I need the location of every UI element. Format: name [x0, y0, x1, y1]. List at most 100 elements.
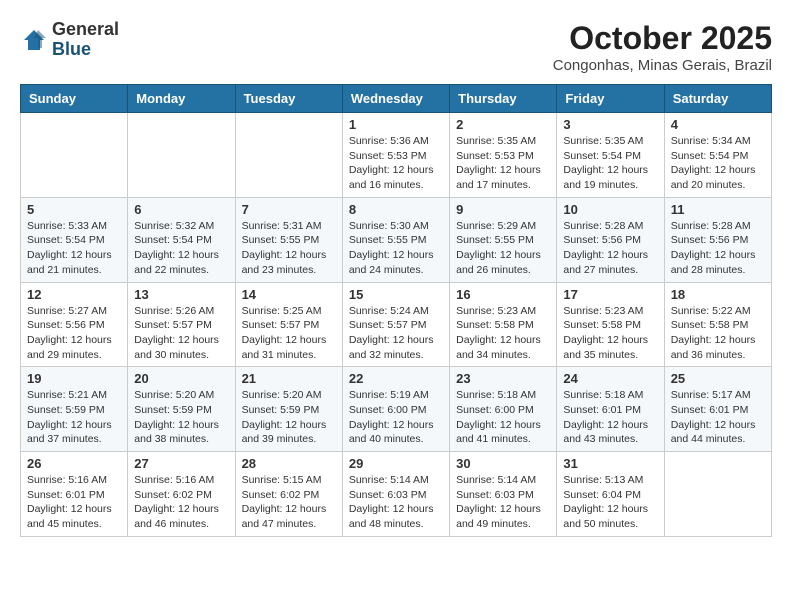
day-number: 14: [242, 287, 336, 302]
day-info: Sunrise: 5:26 AMSunset: 5:57 PMDaylight:…: [134, 304, 228, 363]
day-number: 5: [27, 202, 121, 217]
day-number: 28: [242, 456, 336, 471]
day-number: 8: [349, 202, 443, 217]
calendar-day-11: 11 Sunrise: 5:28 AMSunset: 5:56 PMDayligh…: [664, 197, 771, 282]
weekday-header-saturday: Saturday: [664, 85, 771, 113]
day-number: 10: [563, 202, 657, 217]
calendar-day-4: 4 Sunrise: 5:34 AMSunset: 5:54 PMDaylight…: [664, 113, 771, 198]
calendar-day-20: 20 Sunrise: 5:20 AMSunset: 5:59 PMDayligh…: [128, 367, 235, 452]
calendar-day-28: 28 Sunrise: 5:15 AMSunset: 6:02 PMDayligh…: [235, 452, 342, 537]
day-info: Sunrise: 5:35 AMSunset: 5:53 PMDaylight:…: [456, 134, 550, 193]
empty-cell: [21, 113, 128, 198]
weekday-header-monday: Monday: [128, 85, 235, 113]
day-number: 6: [134, 202, 228, 217]
day-info: Sunrise: 5:14 AMSunset: 6:03 PMDaylight:…: [349, 473, 443, 532]
month-title: October 2025: [553, 20, 772, 57]
day-info: Sunrise: 5:23 AMSunset: 5:58 PMDaylight:…: [563, 304, 657, 363]
day-number: 22: [349, 371, 443, 386]
weekday-header-thursday: Thursday: [450, 85, 557, 113]
calendar-table: SundayMondayTuesdayWednesdayThursdayFrid…: [20, 84, 772, 537]
calendar-day-26: 26Sunrise: 5:16 AMSunset: 6:01 PMDayligh…: [21, 452, 128, 537]
day-info: Sunrise: 5:31 AMSunset: 5:55 PMDaylight:…: [242, 219, 336, 278]
day-number: 4: [671, 117, 765, 132]
calendar-day-8: 8 Sunrise: 5:30 AMSunset: 5:55 PMDaylight…: [342, 197, 449, 282]
day-number: 23: [456, 371, 550, 386]
title-area: October 2025 Congonhas, Minas Gerais, Br…: [553, 20, 772, 74]
weekday-header-friday: Friday: [557, 85, 664, 113]
calendar-day-13: 13 Sunrise: 5:26 AMSunset: 5:57 PMDayligh…: [128, 282, 235, 367]
weekday-header-wednesday: Wednesday: [342, 85, 449, 113]
day-number: 20: [134, 371, 228, 386]
day-number: 30: [456, 456, 550, 471]
day-info: Sunrise: 5:36 AMSunset: 5:53 PMDaylight:…: [349, 134, 443, 193]
calendar-day-19: 19Sunrise: 5:21 AMSunset: 5:59 PMDayligh…: [21, 367, 128, 452]
day-info: Sunrise: 5:30 AMSunset: 5:55 PMDaylight:…: [349, 219, 443, 278]
calendar-day-25: 25 Sunrise: 5:17 AMSunset: 6:01 PMDayligh…: [664, 367, 771, 452]
day-info: Sunrise: 5:25 AMSunset: 5:57 PMDaylight:…: [242, 304, 336, 363]
calendar-day-16: 16Sunrise: 5:23 AMSunset: 5:58 PMDayligh…: [450, 282, 557, 367]
day-number: 12: [27, 287, 121, 302]
empty-cell: [235, 113, 342, 198]
calendar-week-3: 12 Sunrise: 5:27 AMSunset: 5:56 PMDayligh…: [21, 282, 772, 367]
logo-icon: [20, 26, 48, 54]
weekday-header-row: SundayMondayTuesdayWednesdayThursdayFrid…: [21, 85, 772, 113]
day-number: 17: [563, 287, 657, 302]
calendar-day-23: 23 Sunrise: 5:18 AMSunset: 6:00 PMDayligh…: [450, 367, 557, 452]
calendar-day-12: 12 Sunrise: 5:27 AMSunset: 5:56 PMDayligh…: [21, 282, 128, 367]
calendar-day-10: 10 Sunrise: 5:28 AMSunset: 5:56 PMDayligh…: [557, 197, 664, 282]
day-info: Sunrise: 5:29 AMSunset: 5:55 PMDaylight:…: [456, 219, 550, 278]
day-number: 13: [134, 287, 228, 302]
day-number: 9: [456, 202, 550, 217]
calendar-day-15: 15Sunrise: 5:24 AMSunset: 5:57 PMDayligh…: [342, 282, 449, 367]
day-number: 25: [671, 371, 765, 386]
day-info: Sunrise: 5:19 AMSunset: 6:00 PMDaylight:…: [349, 388, 443, 447]
day-number: 27: [134, 456, 228, 471]
day-number: 21: [242, 371, 336, 386]
location-title: Congonhas, Minas Gerais, Brazil: [553, 57, 772, 74]
calendar-day-1: 1 Sunrise: 5:36 AMSunset: 5:53 PMDaylight…: [342, 113, 449, 198]
day-number: 11: [671, 202, 765, 217]
day-info: Sunrise: 5:20 AMSunset: 5:59 PMDaylight:…: [134, 388, 228, 447]
calendar-day-5: 5 Sunrise: 5:33 AMSunset: 5:54 PMDaylight…: [21, 197, 128, 282]
day-number: 2: [456, 117, 550, 132]
day-number: 31: [563, 456, 657, 471]
day-info: Sunrise: 5:18 AMSunset: 6:00 PMDaylight:…: [456, 388, 550, 447]
calendar-day-31: 31 Sunrise: 5:13 AMSunset: 6:04 PMDayligh…: [557, 452, 664, 537]
calendar-day-3: 3 Sunrise: 5:35 AMSunset: 5:54 PMDaylight…: [557, 113, 664, 198]
calendar-week-4: 19Sunrise: 5:21 AMSunset: 5:59 PMDayligh…: [21, 367, 772, 452]
day-number: 3: [563, 117, 657, 132]
day-info: Sunrise: 5:18 AMSunset: 6:01 PMDaylight:…: [563, 388, 657, 447]
day-info: Sunrise: 5:16 AMSunset: 6:01 PMDaylight:…: [27, 473, 121, 532]
empty-cell: [128, 113, 235, 198]
day-info: Sunrise: 5:35 AMSunset: 5:54 PMDaylight:…: [563, 134, 657, 193]
day-info: Sunrise: 5:20 AMSunset: 5:59 PMDaylight:…: [242, 388, 336, 447]
calendar-day-24: 24Sunrise: 5:18 AMSunset: 6:01 PMDayligh…: [557, 367, 664, 452]
day-info: Sunrise: 5:32 AMSunset: 5:54 PMDaylight:…: [134, 219, 228, 278]
logo-blue: Blue: [52, 40, 119, 60]
day-info: Sunrise: 5:14 AMSunset: 6:03 PMDaylight:…: [456, 473, 550, 532]
calendar-day-7: 7Sunrise: 5:31 AMSunset: 5:55 PMDaylight…: [235, 197, 342, 282]
day-info: Sunrise: 5:27 AMSunset: 5:56 PMDaylight:…: [27, 304, 121, 363]
calendar-week-1: 1 Sunrise: 5:36 AMSunset: 5:53 PMDaylight…: [21, 113, 772, 198]
calendar-day-27: 27Sunrise: 5:16 AMSunset: 6:02 PMDayligh…: [128, 452, 235, 537]
logo-general: General: [52, 20, 119, 40]
calendar-day-21: 21 Sunrise: 5:20 AMSunset: 5:59 PMDayligh…: [235, 367, 342, 452]
day-info: Sunrise: 5:13 AMSunset: 6:04 PMDaylight:…: [563, 473, 657, 532]
day-info: Sunrise: 5:34 AMSunset: 5:54 PMDaylight:…: [671, 134, 765, 193]
day-info: Sunrise: 5:15 AMSunset: 6:02 PMDaylight:…: [242, 473, 336, 532]
day-info: Sunrise: 5:33 AMSunset: 5:54 PMDaylight:…: [27, 219, 121, 278]
calendar-week-2: 5 Sunrise: 5:33 AMSunset: 5:54 PMDaylight…: [21, 197, 772, 282]
day-info: Sunrise: 5:28 AMSunset: 5:56 PMDaylight:…: [563, 219, 657, 278]
day-number: 18: [671, 287, 765, 302]
calendar-day-22: 22 Sunrise: 5:19 AMSunset: 6:00 PMDayligh…: [342, 367, 449, 452]
day-info: Sunrise: 5:24 AMSunset: 5:57 PMDaylight:…: [349, 304, 443, 363]
weekday-header-tuesday: Tuesday: [235, 85, 342, 113]
calendar-day-18: 18Sunrise: 5:22 AMSunset: 5:58 PMDayligh…: [664, 282, 771, 367]
day-info: Sunrise: 5:28 AMSunset: 5:56 PMDaylight:…: [671, 219, 765, 278]
day-number: 29: [349, 456, 443, 471]
calendar-day-6: 6 Sunrise: 5:32 AMSunset: 5:54 PMDaylight…: [128, 197, 235, 282]
day-number: 1: [349, 117, 443, 132]
day-info: Sunrise: 5:17 AMSunset: 6:01 PMDaylight:…: [671, 388, 765, 447]
calendar-day-2: 2 Sunrise: 5:35 AMSunset: 5:53 PMDaylight…: [450, 113, 557, 198]
day-number: 19: [27, 371, 121, 386]
